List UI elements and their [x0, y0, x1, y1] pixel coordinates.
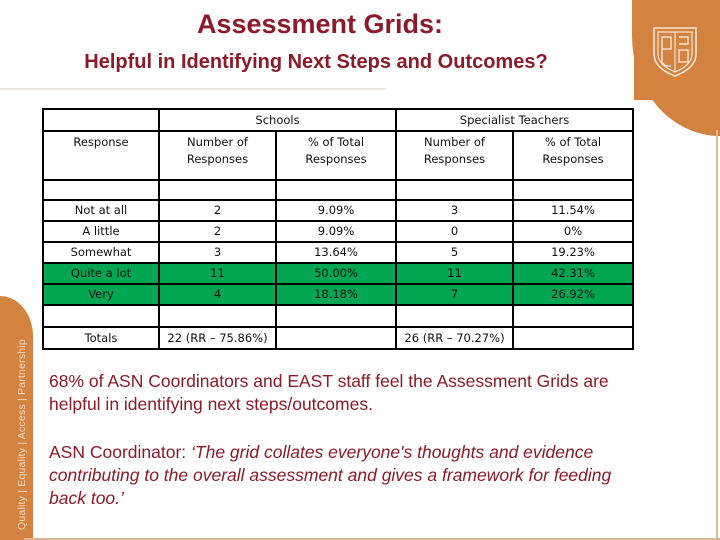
summary-statistic: 68% of ASN Coordinators and EAST staff f… [49, 371, 609, 414]
specialist-number-cell: 7 [395, 283, 514, 306]
schools-percent-cell: 9.09% [275, 199, 397, 222]
schools-percent-cell: 13.64% [275, 241, 397, 264]
totals-label: Totals [42, 326, 160, 350]
header-divider [0, 88, 386, 90]
table-row: A little 2 9.09% 0 0% [42, 220, 634, 243]
empty-cell [395, 179, 514, 201]
specialist-percent-cell: 11.54% [512, 199, 634, 222]
specialist-percent-cell: 42.31% [512, 262, 634, 285]
slide-subtitle: Helpful in Identifying Next Steps and Ou… [84, 51, 548, 73]
schools-number-cell: 4 [158, 283, 277, 306]
group-header-schools: Schools [158, 108, 397, 132]
specialist-number-cell: 0 [395, 220, 514, 243]
schools-number-cell: 3 [158, 241, 277, 264]
empty-cell [42, 304, 160, 328]
specialist-percent-cell: 26.92% [512, 283, 634, 306]
schools-total: 22 (RR – 75.86%) [158, 326, 277, 350]
specialist-number-cell: 5 [395, 241, 514, 264]
empty-cell [512, 304, 634, 328]
schools-number-cell: 2 [158, 199, 277, 222]
specialist-percent-cell: 19.23% [512, 241, 634, 264]
quote-attribution: ASN Coordinator: [49, 442, 192, 462]
column-header-schools-number: Number of Responses [158, 130, 277, 181]
response-cell: Not at all [42, 199, 160, 222]
empty-cell [275, 179, 397, 201]
empty-cell [512, 326, 634, 350]
column-header-specialist-number: Number of Responses [395, 130, 514, 181]
specialist-total: 26 (RR – 70.27%) [395, 326, 514, 350]
table-row: Very 4 18.18% 7 26.92% [42, 283, 634, 306]
response-cell: Quite a lot [42, 262, 160, 285]
column-header-row: Response Number of Responses % of Total … [42, 130, 634, 181]
empty-cell [158, 179, 277, 201]
response-cell: Somewhat [42, 241, 160, 264]
table-row: Not at all 2 9.09% 3 11.54% [42, 199, 634, 222]
responses-table: Schools Specialist Teachers Response Num… [42, 108, 634, 350]
coordinator-quote: ASN Coordinator: ‘The grid collates ever… [49, 441, 629, 510]
empty-cell [512, 179, 634, 201]
group-header-specialist: Specialist Teachers [395, 108, 634, 132]
specialist-number-cell: 3 [395, 199, 514, 222]
empty-cell [42, 179, 160, 201]
empty-cell [275, 326, 397, 350]
empty-cell [42, 108, 160, 132]
specialist-percent-cell: 0% [512, 220, 634, 243]
table-row: Quite a lot 11 50.00% 11 42.31% [42, 262, 634, 285]
slide-title: Assessment Grids: [196, 9, 444, 39]
schools-number-cell: 11 [158, 262, 277, 285]
brand-tagline: Quality | Equality | Access | Partnershi… [16, 339, 28, 530]
empty-cell [395, 304, 514, 328]
response-cell: A little [42, 220, 160, 243]
schools-percent-cell: 9.09% [275, 220, 397, 243]
totals-row: Totals 22 (RR – 75.86%) 26 (RR – 70.27%) [42, 326, 634, 350]
empty-cell [158, 304, 277, 328]
response-cell: Very [42, 283, 160, 306]
empty-cell [275, 304, 397, 328]
schools-percent-cell: 50.00% [275, 262, 397, 285]
schools-number-cell: 2 [158, 220, 277, 243]
blank-row [42, 179, 634, 201]
schools-percent-cell: 18.18% [275, 283, 397, 306]
group-header-row: Schools Specialist Teachers [42, 108, 634, 132]
table-row: Somewhat 3 13.64% 5 19.23% [42, 241, 634, 264]
shield-crest-icon [653, 27, 697, 77]
right-border-line [716, 130, 718, 540]
column-header-response: Response [42, 130, 160, 181]
column-header-schools-percent: % of Total Responses [275, 130, 397, 181]
column-header-specialist-percent: % of Total Responses [512, 130, 634, 181]
specialist-number-cell: 11 [395, 262, 514, 285]
blank-row [42, 304, 634, 328]
